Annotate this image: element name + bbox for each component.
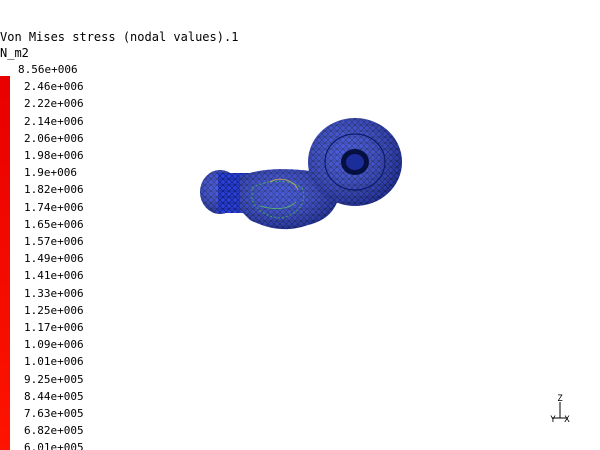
triad-z-label: Z xyxy=(557,394,563,404)
axis-triad[interactable]: Z Y X xyxy=(540,388,580,428)
result-unit: N_m2 xyxy=(0,46,29,60)
legend-value: 1.57e+006 xyxy=(24,235,84,248)
legend-value: 2.06e+006 xyxy=(24,131,84,145)
fem-viewport[interactable]: Von Mises stress (nodal values).1 N_m2 8… xyxy=(0,0,600,450)
legend-value: 1.65e+006 xyxy=(24,217,84,231)
legend-value: 1.25e+006 xyxy=(24,303,84,317)
triad-x-label: X xyxy=(564,415,570,425)
legend-value: 1.17e+006 xyxy=(24,321,84,334)
legend-value: 2.14e+006 xyxy=(24,114,84,128)
legend-value: 9.25e+005 xyxy=(24,372,84,386)
legend-value: 6.01e+005 xyxy=(24,441,84,450)
legend-value: 7.63e+005 xyxy=(24,407,84,420)
legend-value: 6.82e+005 xyxy=(24,424,84,438)
legend-value: 2.22e+006 xyxy=(24,97,84,111)
legend-value: 1.9e+006 xyxy=(24,166,77,180)
stress-legend-labels: 8.56e+006 2.46e+006 2.22e+006 2.14e+006 2.06… xyxy=(0,63,140,450)
legend-value: 1.98e+006 xyxy=(24,149,84,162)
pipe-elbow-mesh-model[interactable] xyxy=(190,110,420,250)
legend-value: 1.33e+006 xyxy=(24,286,84,300)
legend-value: 1.82e+006 xyxy=(24,183,84,197)
legend-value: 1.74e+006 xyxy=(24,200,84,214)
legend-value: 1.41e+006 xyxy=(24,269,84,283)
legend-value: 8.56e+006 xyxy=(18,63,78,76)
legend-value: 1.01e+006 xyxy=(24,355,84,369)
triad-y-label: Y xyxy=(550,415,556,425)
pipe-flange xyxy=(308,118,402,206)
legend-value: 8.44e+005 xyxy=(24,389,84,403)
legend-value: 1.09e+006 xyxy=(24,338,84,352)
legend-value: 1.49e+006 xyxy=(24,252,84,266)
result-title: Von Mises stress (nodal values).1 xyxy=(0,30,239,44)
legend-value: 2.46e+006 xyxy=(24,80,84,94)
